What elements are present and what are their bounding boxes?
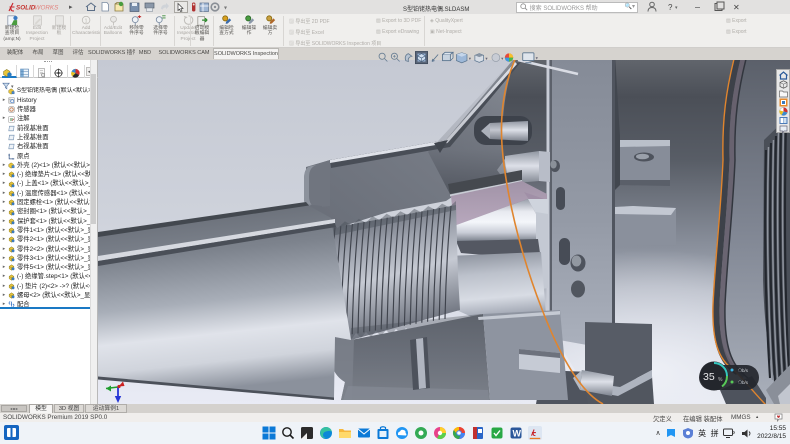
svg-text:–: –: [695, 2, 700, 12]
svg-text:▾: ▾: [469, 56, 471, 61]
svg-text:▾: ▾: [675, 5, 678, 11]
svg-text:%: %: [718, 377, 723, 383]
svg-text:▾: ▾: [224, 6, 227, 12]
svg-text:❍b/s: ❍b/s: [738, 368, 749, 373]
svg-text:❍b/s: ❍b/s: [738, 380, 749, 385]
svg-text:▾: ▾: [501, 56, 503, 61]
svg-text:1: 1: [84, 19, 87, 25]
svg-text:35: 35: [703, 371, 715, 383]
svg-text:W: W: [513, 429, 522, 439]
svg-text:SOLID: SOLID: [16, 5, 36, 12]
svg-text:▾: ▾: [485, 56, 487, 61]
svg-text:✕: ✕: [733, 3, 740, 12]
svg-text:▾: ▾: [536, 56, 538, 61]
svg-text:WORKS: WORKS: [35, 5, 60, 12]
svg-text:?: ?: [668, 3, 673, 12]
